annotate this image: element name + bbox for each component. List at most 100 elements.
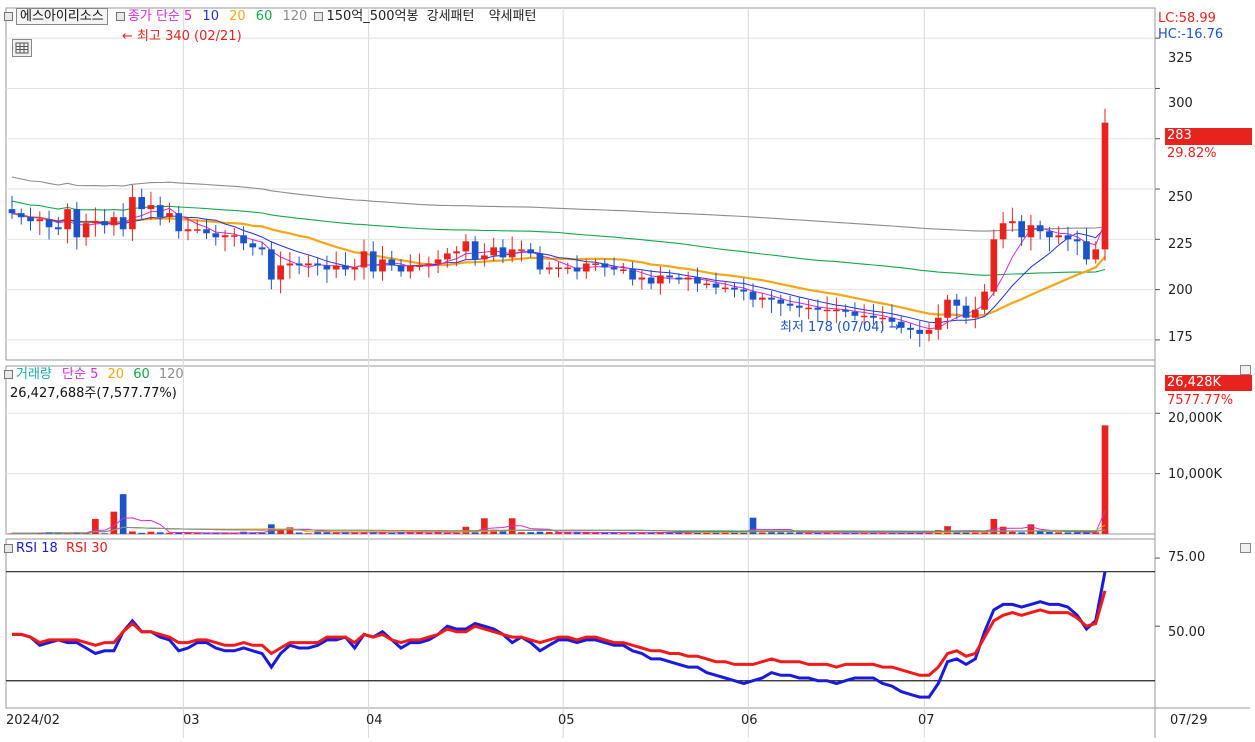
candle-body bbox=[1046, 231, 1053, 238]
candle-body bbox=[193, 229, 201, 231]
x-end-label: 07/29 bbox=[1170, 713, 1208, 728]
candle-body bbox=[657, 275, 664, 284]
candle-body bbox=[953, 299, 961, 306]
vol-ma60-label: 60 bbox=[133, 367, 150, 382]
ma20-label: 20 bbox=[229, 9, 246, 24]
candle-body bbox=[351, 267, 359, 270]
candle-body bbox=[1027, 225, 1035, 238]
volume-bar bbox=[388, 532, 396, 534]
candle-body bbox=[397, 265, 405, 272]
candle-body bbox=[721, 287, 729, 290]
volume-bar bbox=[138, 532, 146, 534]
candle-body bbox=[1092, 249, 1100, 260]
last-volume-badge: 26,428K bbox=[1165, 375, 1252, 391]
low-annotation: 최저 178 (07/04) → bbox=[780, 320, 900, 335]
candle-body bbox=[944, 299, 951, 318]
volume-panel-header: 거래량 단순 5 20 60 120 bbox=[4, 367, 184, 382]
candle-body bbox=[240, 235, 247, 244]
volume-title: 거래량 bbox=[16, 367, 52, 382]
candle-body bbox=[230, 235, 238, 237]
candle-body bbox=[221, 235, 229, 238]
candle-body bbox=[8, 209, 16, 214]
volume-bar bbox=[944, 526, 951, 534]
panel-toggle-icon[interactable] bbox=[4, 12, 13, 21]
candle-body bbox=[823, 309, 831, 312]
volume-bar bbox=[1055, 532, 1063, 534]
panel-toggle-icon[interactable] bbox=[4, 544, 13, 553]
x-tick: 04 bbox=[366, 713, 383, 728]
candle-body bbox=[416, 265, 423, 267]
candle-body bbox=[129, 197, 136, 230]
panel-frame bbox=[5, 538, 1156, 709]
candle-body bbox=[647, 277, 655, 284]
candle-body bbox=[1018, 221, 1025, 238]
price-tick: 300 bbox=[1168, 96, 1193, 111]
candle-body bbox=[842, 309, 849, 312]
volume-bar bbox=[786, 532, 794, 534]
candle-body bbox=[592, 263, 599, 265]
candle-body bbox=[453, 251, 460, 254]
candle-body bbox=[601, 263, 609, 268]
close-panel-icon[interactable] bbox=[1240, 365, 1251, 375]
candle-body bbox=[92, 221, 99, 224]
candle-body bbox=[64, 209, 71, 230]
candle-body bbox=[481, 255, 488, 260]
last-price-change: 29.82% bbox=[1167, 146, 1217, 161]
candle-body bbox=[1083, 241, 1090, 260]
candle-body bbox=[73, 209, 81, 238]
volume-bar bbox=[573, 532, 581, 534]
candle-body bbox=[990, 239, 998, 292]
candle-body bbox=[582, 263, 590, 272]
bull-pattern-label: 강세패턴 bbox=[426, 9, 475, 24]
candle-body bbox=[740, 289, 748, 292]
candle-body bbox=[175, 213, 183, 232]
last-price-badge: 283 bbox=[1165, 128, 1252, 145]
candle-body bbox=[295, 263, 303, 266]
indicator-toggle-icon[interactable] bbox=[115, 12, 125, 21]
candle-body bbox=[203, 229, 210, 234]
close-panel-icon[interactable] bbox=[1240, 543, 1251, 553]
candle-body bbox=[758, 297, 766, 300]
candle-body bbox=[925, 329, 933, 334]
candle-body bbox=[916, 329, 924, 334]
volume-bar bbox=[1064, 532, 1072, 534]
candle-body bbox=[703, 283, 711, 286]
volume-bar bbox=[1009, 531, 1016, 534]
low-annotation-text: 최저 178 (07/04) bbox=[780, 320, 885, 335]
symbol-name[interactable]: 에스아이리소스 bbox=[16, 8, 108, 25]
candle-body bbox=[184, 229, 192, 232]
price-tick: 325 bbox=[1168, 51, 1193, 66]
candle-body bbox=[101, 221, 108, 226]
candle-body bbox=[1064, 235, 1072, 240]
candle-body bbox=[1055, 235, 1063, 238]
candle-body bbox=[138, 197, 146, 210]
candle-body bbox=[795, 305, 803, 308]
pattern-toggle-icon[interactable] bbox=[314, 12, 324, 21]
candle-body bbox=[444, 253, 451, 260]
last-volume-change: 7577.77% bbox=[1167, 393, 1234, 408]
candle-body bbox=[768, 297, 775, 300]
volume-bar bbox=[129, 531, 136, 534]
candle-body bbox=[342, 265, 349, 270]
volume-bar bbox=[434, 532, 442, 534]
rsi-tick: 50.00 bbox=[1168, 625, 1206, 640]
candle-body bbox=[1073, 239, 1081, 242]
candle-body bbox=[332, 265, 340, 270]
volume-bar bbox=[1027, 524, 1035, 534]
panel-toggle-icon[interactable] bbox=[4, 370, 13, 379]
volume-bar bbox=[471, 532, 479, 534]
candle-body bbox=[388, 259, 396, 266]
grid-icon[interactable] bbox=[12, 39, 32, 57]
ma5-label: 5 bbox=[184, 9, 193, 24]
candle-body bbox=[907, 327, 914, 330]
volume-bar bbox=[518, 532, 525, 534]
candle-body bbox=[286, 263, 294, 266]
candle-body bbox=[805, 307, 812, 310]
volume-bar bbox=[425, 532, 433, 534]
candle-body bbox=[1036, 225, 1044, 232]
candle-body bbox=[425, 263, 433, 266]
volume-bar bbox=[545, 531, 553, 534]
volume-bar bbox=[305, 533, 312, 534]
candle-body bbox=[629, 269, 636, 280]
volume-bar bbox=[768, 532, 775, 534]
